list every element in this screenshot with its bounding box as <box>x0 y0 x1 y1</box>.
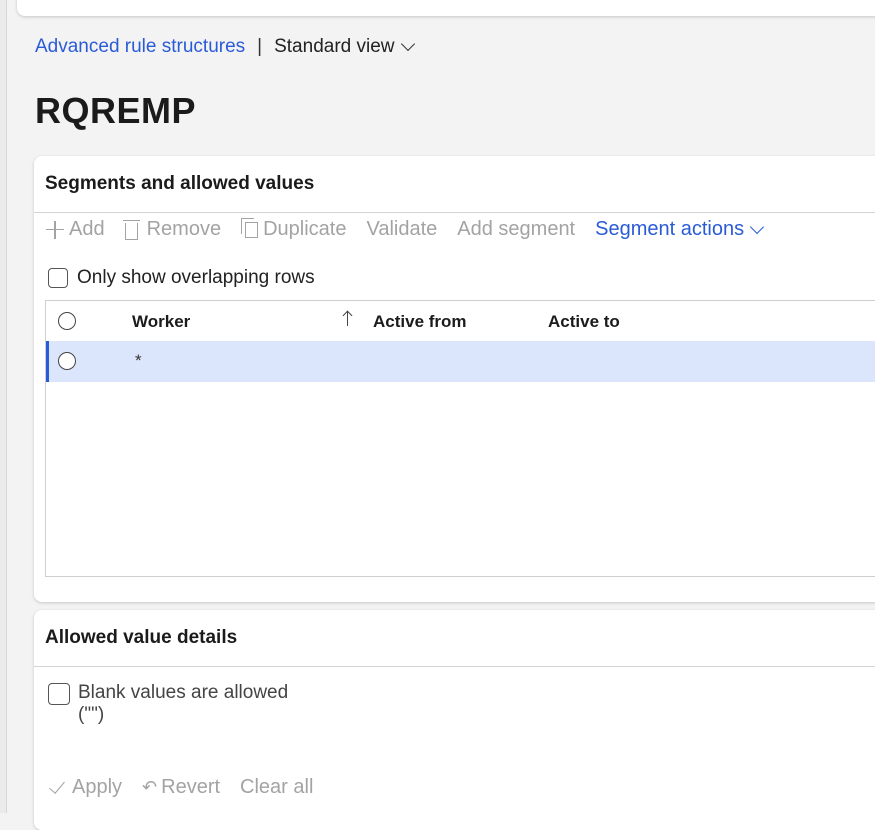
add-label: Add <box>69 218 105 240</box>
select-all-radio[interactable] <box>58 312 76 330</box>
details-card-title: Allowed value details <box>45 627 238 648</box>
segments-grid: Worker Active from Active to * <box>45 300 875 577</box>
segments-card: Segments and allowed values Add Remove D… <box>34 156 875 602</box>
checkmark-icon <box>49 776 65 794</box>
left-rail <box>0 0 7 813</box>
segment-actions-label: Segment actions <box>595 218 745 240</box>
trash-icon <box>122 219 140 240</box>
apply-label: Apply <box>72 776 123 798</box>
undo-icon: ↶ <box>142 777 158 797</box>
breadcrumb: Advanced rule structures | Standard view <box>35 36 415 58</box>
page-title: RQREMP <box>35 90 197 131</box>
table-row[interactable]: * <box>46 341 875 382</box>
details-card-header[interactable]: Allowed value details <box>34 610 875 667</box>
view-selector-label: Standard view <box>274 36 395 57</box>
validate-label: Validate <box>366 218 438 240</box>
add-segment-label: Add segment <box>457 218 576 240</box>
remove-label: Remove <box>146 218 222 240</box>
only-overlapping-label: Only show overlapping rows <box>77 267 315 288</box>
revert-button[interactable]: ↶ Revert <box>142 776 220 799</box>
add-button[interactable]: Add <box>46 218 105 241</box>
segments-card-title: Segments and allowed values <box>45 173 315 194</box>
grid-header: Worker Active from Active to <box>46 301 875 341</box>
column-header-active-to[interactable]: Active to <box>548 312 620 332</box>
copy-icon <box>241 217 259 238</box>
duplicate-label: Duplicate <box>263 218 347 240</box>
details-actions: Apply ↶ Revert Clear all <box>48 776 333 799</box>
plus-icon <box>46 220 64 239</box>
blank-values-text: Blank values are allowed ("") <box>78 682 288 726</box>
add-segment-button[interactable]: Add segment <box>457 218 575 241</box>
view-selector[interactable]: Standard view <box>274 36 415 58</box>
blank-values-checkbox[interactable] <box>48 683 70 705</box>
top-card <box>17 0 875 16</box>
row-select-radio[interactable] <box>58 352 76 370</box>
column-header-worker[interactable]: Worker <box>132 312 190 332</box>
segments-card-header[interactable]: Segments and allowed values <box>34 156 875 213</box>
segment-actions-menu[interactable]: Segment actions <box>595 218 765 241</box>
clear-all-label: Clear all <box>240 776 314 798</box>
remove-button[interactable]: Remove <box>122 218 222 241</box>
chevron-down-icon <box>750 219 765 234</box>
revert-label: Revert <box>161 776 221 798</box>
blank-values-hint: ("") <box>78 704 105 725</box>
clear-all-button[interactable]: Clear all <box>240 776 313 799</box>
only-overlapping-option: Only show overlapping rows <box>48 267 315 289</box>
duplicate-button[interactable]: Duplicate <box>241 217 347 241</box>
blank-values-label: Blank values are allowed <box>78 682 289 703</box>
apply-button[interactable]: Apply <box>48 776 122 799</box>
blank-values-option: Blank values are allowed ("") <box>48 682 288 726</box>
breadcrumb-link[interactable]: Advanced rule structures <box>35 36 245 58</box>
only-overlapping-checkbox[interactable] <box>48 268 68 288</box>
breadcrumb-separator: | <box>257 36 263 57</box>
chevron-down-icon <box>400 36 415 52</box>
column-header-active-from[interactable]: Active from <box>373 312 467 332</box>
details-card: Allowed value details Blank values are a… <box>34 610 875 830</box>
validate-button[interactable]: Validate <box>366 218 437 241</box>
cell-worker[interactable]: * <box>135 351 142 371</box>
sort-ascending-icon[interactable] <box>343 309 353 327</box>
segments-toolbar: Add Remove Duplicate Validate Add segmen… <box>46 217 782 241</box>
